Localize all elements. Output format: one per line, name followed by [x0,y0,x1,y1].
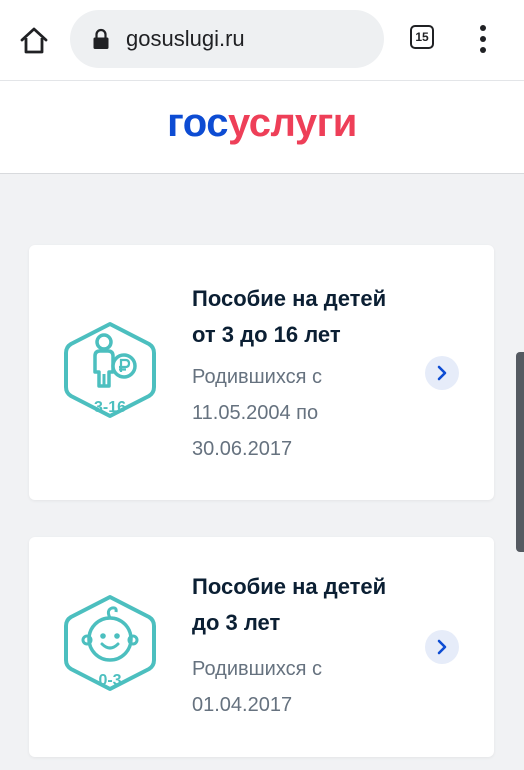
card-title-line: от 3 до 16 лет [192,322,341,347]
tab-switcher-button[interactable]: 15 [410,25,434,49]
home-icon[interactable] [16,22,52,58]
browser-toolbar: gosuslugi.ru 15 [0,0,524,80]
svg-text:0-3: 0-3 [98,672,121,689]
gosuslugi-logo[interactable]: госуслуги [0,99,524,147]
logo-part-uslugi: услуги [227,101,357,145]
card-title-line: Пособие на детей [192,574,387,599]
card-description: Родившихся с 11.05.2004 по 30.06.2017 [192,359,392,467]
chevron-right-icon[interactable] [425,356,459,390]
card-title[interactable]: Пособие на детей от 3 до 16 лет [192,281,442,353]
logo-part-gos: гос [167,101,228,145]
scrollbar-thumb[interactable] [516,352,524,552]
lock-icon[interactable] [92,28,110,50]
age-label-3-16: 3-16 [94,399,126,416]
card-desc-line: 11.05.2004 по [192,402,319,424]
card-desc-line: Родившихся с [192,658,322,680]
url-text[interactable]: gosuslugi.ru [126,27,245,51]
card-description: Родившихся с 01.04.2017 [192,651,392,723]
card-desc-line: Родившихся с [192,366,322,388]
benefit-card-0-3[interactable]: 0-3 Пособие на детей до 3 лет Родившихся… [29,537,494,757]
card-desc-line: 30.06.2017 [192,438,293,460]
card-desc-line: 01.04.2017 [192,694,293,716]
address-bar[interactable]: gosuslugi.ru [70,10,384,68]
age-label-0-3: 0-3 [98,672,121,689]
card-title-line: Пособие на детей [192,286,387,311]
chevron-right-icon[interactable] [425,630,459,664]
svg-text:3-16: 3-16 [94,399,126,416]
site-header: госуслуги [0,80,524,174]
more-vert-icon[interactable] [474,24,492,54]
card-title-line: до 3 лет [192,610,281,635]
card-title[interactable]: Пособие на детей до 3 лет [192,569,442,641]
benefit-card-3-16[interactable]: 3-16 Пособие на детей от 3 до 16 лет Род… [29,245,494,500]
